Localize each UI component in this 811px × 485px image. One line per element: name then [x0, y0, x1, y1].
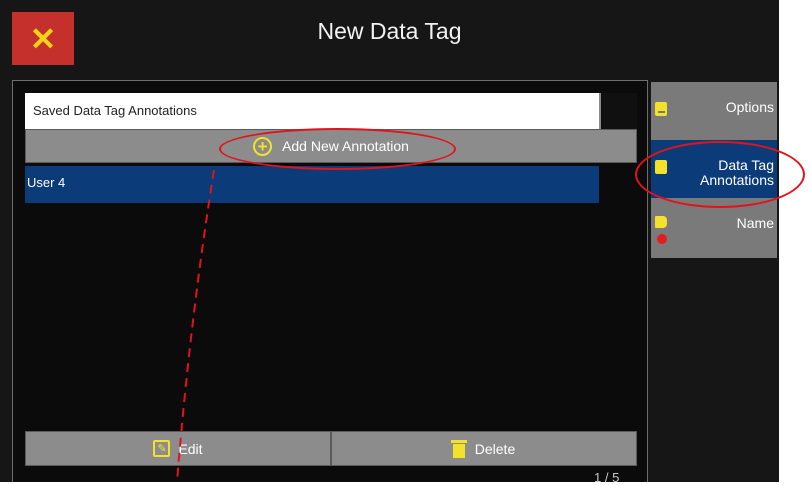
list-item[interactable]: User 4 [25, 166, 599, 203]
tag-icon [655, 216, 667, 228]
action-bar: ✎ Edit Delete [25, 431, 637, 466]
list-item-label: User 4 [27, 175, 66, 190]
page-title: New Data Tag [317, 18, 462, 44]
header-bar: New Data Tag ✕ [0, 0, 779, 80]
page-indicator: 1 / 5 [594, 470, 620, 485]
close-icon: ✕ [29, 20, 57, 57]
edit-button[interactable]: ✎ Edit [25, 431, 331, 466]
plus-circle-icon: + [253, 136, 273, 156]
list-row-gap [599, 166, 637, 203]
sidebar-item-label-line1: Data Tag [718, 157, 774, 173]
delete-label: Delete [474, 440, 516, 457]
sidebar-item-label-line2: Annotations [700, 172, 774, 188]
sidebar-item-name[interactable]: Name [651, 198, 777, 258]
delete-button[interactable]: Delete [331, 431, 637, 466]
sidebar-item-label: Name [736, 215, 774, 231]
app-screen: New Data Tag ✕ Saved Data Tag Annotation… [0, 0, 779, 485]
list-header: Saved Data Tag Annotations [25, 93, 599, 129]
sidebar-item-data-tag-annotations[interactable]: Data Tag Annotations [651, 140, 777, 198]
add-new-annotation-label: Add New Annotation [282, 138, 409, 154]
add-new-annotation-button[interactable]: + Add New Annotation [25, 129, 637, 163]
trash-icon [450, 439, 467, 458]
sidebar-item-options[interactable]: Options [651, 82, 777, 140]
sidebar-item-label: Options [725, 99, 774, 115]
status-dot-icon [657, 234, 667, 244]
close-button[interactable]: ✕ [12, 12, 74, 65]
list-header-divider [599, 93, 637, 129]
note-icon [655, 102, 667, 116]
sidebar-item-label: Data Tag Annotations [700, 158, 774, 188]
edit-label: Edit [178, 440, 203, 457]
document-icon [655, 160, 667, 174]
edit-icon: ✎ [153, 440, 171, 457]
